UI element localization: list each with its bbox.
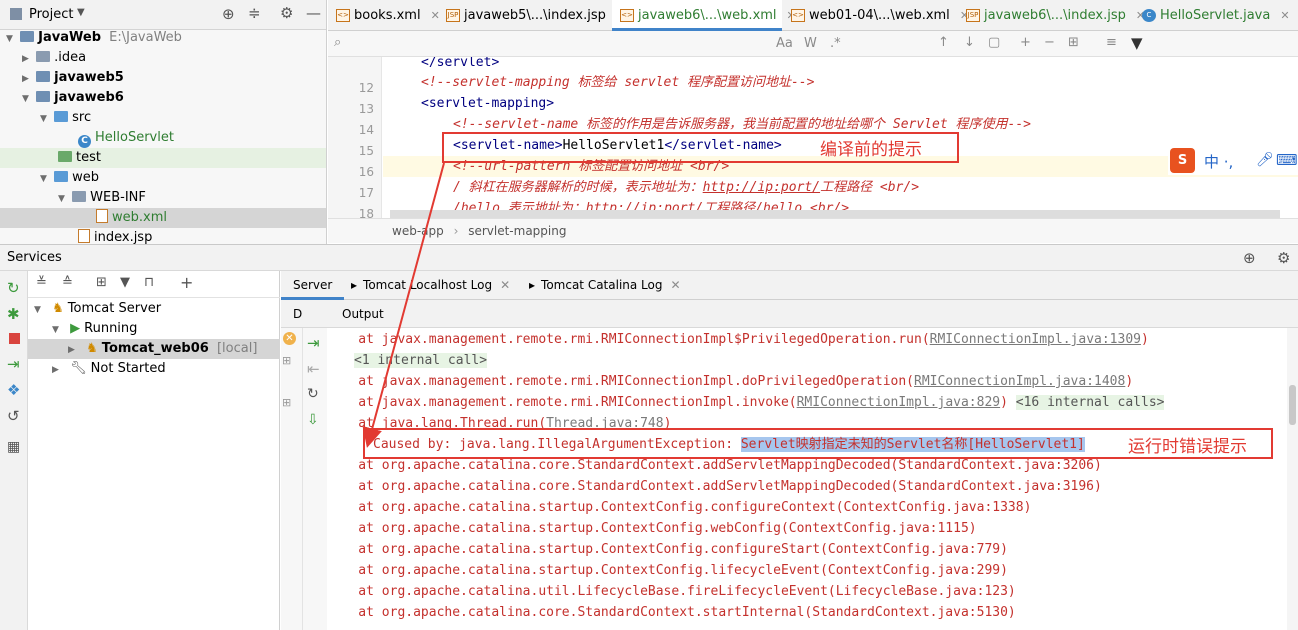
annotation-arrow: [362, 162, 445, 448]
